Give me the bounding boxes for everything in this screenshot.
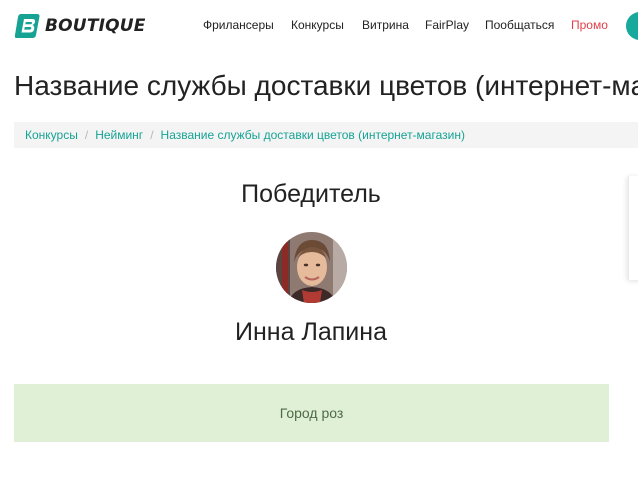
logo-text: BOUTIQUE <box>45 16 146 36</box>
winner-name[interactable]: Инна Лапина <box>0 318 622 347</box>
breadcrumb-current[interactable]: Название службы доставки цветов (интерне… <box>161 128 465 142</box>
page-title: Название службы доставки цветов (интерне… <box>14 70 638 101</box>
nav-contests[interactable]: Конкурсы <box>291 18 344 32</box>
side-panel <box>628 176 638 280</box>
breadcrumb-naming[interactable]: Нейминг <box>95 128 143 142</box>
site-header: BOUTIQUE Фрилансеры Конкурсы Витрина Fai… <box>0 0 638 52</box>
winning-entry: Город роз <box>14 384 609 442</box>
winning-entry-text: Город роз <box>279 405 344 421</box>
nav-chat[interactable]: Пообщаться <box>485 18 554 32</box>
breadcrumb: Конкурсы / Нейминг / Название службы дос… <box>14 122 638 148</box>
nav-freelancers[interactable]: Фрилансеры <box>203 18 274 32</box>
winner-avatar[interactable] <box>276 232 347 303</box>
breadcrumb-contests[interactable]: Конкурсы <box>25 128 78 142</box>
breadcrumb-separator: / <box>84 128 89 142</box>
boutique-logo-icon <box>15 14 40 38</box>
nav-promo[interactable]: Промо <box>571 18 608 32</box>
nav-fairplay[interactable]: FairPlay <box>425 18 469 32</box>
nav-showcase[interactable]: Витрина <box>362 18 409 32</box>
page: BOUTIQUE Фрилансеры Конкурсы Витрина Fai… <box>0 0 638 480</box>
breadcrumb-separator: / <box>150 128 154 142</box>
winner-photo <box>276 232 347 303</box>
winner-heading: Победитель <box>241 180 381 208</box>
site-logo[interactable]: BOUTIQUE <box>15 13 146 39</box>
user-menu-avatar[interactable] <box>626 12 638 40</box>
